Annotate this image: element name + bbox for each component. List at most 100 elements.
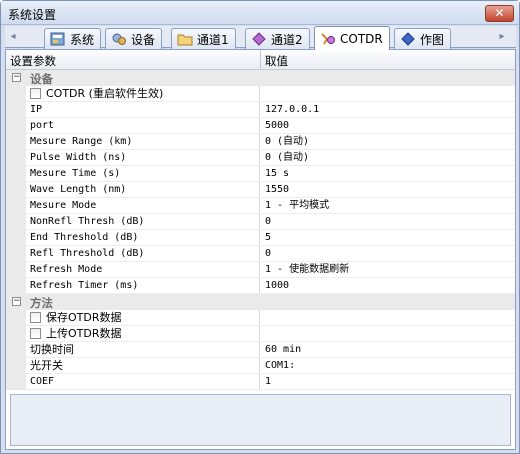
property-row-end-threshold[interactable]: End Threshold (dB) 5: [6, 230, 515, 246]
device-gear-icon: [111, 32, 127, 46]
property-row-nonrefl-thresh[interactable]: NonRefl Thresh (dB) 0: [6, 214, 515, 230]
property-value[interactable]: 15 s: [261, 166, 515, 182]
upload-otdr-checkbox[interactable]: [30, 328, 41, 339]
property-row-save-otdr[interactable]: 保存OTDR数据: [6, 310, 515, 326]
property-row-refresh-mode[interactable]: Refresh Mode 1 - 使能数据刷新: [6, 262, 515, 278]
header-name: 设置参数: [10, 54, 56, 68]
property-name: Refl Threshold (dB): [26, 246, 260, 262]
row-gutter: [6, 150, 26, 166]
tab-system[interactable]: 系统: [44, 28, 102, 49]
tab-label: 通道1: [197, 32, 229, 47]
tab-plot[interactable]: 作图: [394, 28, 452, 49]
property-row-pulse-width[interactable]: Pulse Width (ns) 0 (自动): [6, 150, 515, 166]
property-value[interactable]: 0: [261, 246, 515, 262]
property-value[interactable]: COM1:: [261, 358, 515, 374]
property-value[interactable]: 0 (自动): [261, 150, 515, 166]
property-name: COEF: [26, 374, 260, 390]
row-gutter: [6, 182, 26, 198]
category-method[interactable]: − 方法: [6, 294, 515, 310]
property-row-switch-time[interactable]: 切换时间 60 min: [6, 342, 515, 358]
tab-scroll-left-icon[interactable]: ◂: [7, 29, 19, 45]
system-settings-icon: [50, 32, 66, 46]
tab-label: 设备: [131, 32, 156, 47]
property-row-port[interactable]: port 5000: [6, 118, 515, 134]
property-name: 保存OTDR数据: [26, 310, 260, 326]
property-row-mesure-range[interactable]: Mesure Range (km) 0 (自动): [6, 134, 515, 150]
property-row-refl-threshold[interactable]: Refl Threshold (dB) 0: [6, 246, 515, 262]
property-name-text: 上传OTDR数据: [46, 327, 122, 340]
row-gutter: [6, 374, 26, 390]
purple-diamond-icon: [251, 32, 267, 46]
property-row-mesure-time[interactable]: Mesure Time (s) 15 s: [6, 166, 515, 182]
property-row-upload-otdr[interactable]: 上传OTDR数据: [6, 326, 515, 342]
cotdr-tool-icon: [320, 32, 336, 46]
property-value[interactable]: 1550: [261, 182, 515, 198]
tab-channel1[interactable]: 通道1: [171, 28, 236, 49]
row-gutter: [6, 230, 26, 246]
property-name: Refresh Mode: [26, 262, 260, 278]
property-value[interactable]: 1 - 平均模式: [261, 198, 515, 214]
property-value[interactable]: [261, 310, 515, 326]
collapse-toggle-icon[interactable]: −: [12, 297, 21, 306]
property-name: NonRefl Thresh (dB): [26, 214, 260, 230]
property-rows: − 设备 COTDR (重启软件生效) IP 127.0.0.1 port 50…: [6, 70, 515, 390]
collapse-toggle-icon[interactable]: −: [12, 73, 21, 82]
property-value[interactable]: 1000: [261, 278, 515, 294]
tab-channel2[interactable]: 通道2: [245, 28, 310, 49]
row-gutter: [6, 198, 26, 214]
property-value[interactable]: 5: [261, 230, 515, 246]
row-gutter: [6, 118, 26, 134]
property-name: COTDR (重启软件生效): [26, 86, 260, 102]
property-row-ip[interactable]: IP 127.0.0.1: [6, 102, 515, 118]
property-value[interactable]: 0 (自动): [261, 134, 515, 150]
blue-diamond-icon: [400, 32, 416, 46]
row-gutter: [6, 310, 26, 326]
category-device[interactable]: − 设备: [6, 70, 515, 86]
tab-label: COTDR: [340, 31, 383, 46]
row-gutter: [6, 102, 26, 118]
property-value[interactable]: 0: [261, 214, 515, 230]
property-name: IP: [26, 102, 260, 118]
property-name: 切换时间: [26, 342, 260, 358]
property-name: 上传OTDR数据: [26, 326, 260, 342]
property-row-mesure-mode[interactable]: Mesure Mode 1 - 平均模式: [6, 198, 515, 214]
property-row-optical-switch[interactable]: 光开关 COM1:: [6, 358, 515, 374]
tab-cotdr[interactable]: COTDR: [314, 26, 390, 50]
header-separator: [260, 50, 261, 70]
description-panel: [10, 394, 511, 446]
property-name: End Threshold (dB): [26, 230, 260, 246]
save-otdr-checkbox[interactable]: [30, 312, 41, 323]
property-value[interactable]: 60 min: [261, 342, 515, 358]
property-name-text: 保存OTDR数据: [46, 311, 122, 324]
close-button[interactable]: ✕: [485, 5, 514, 22]
row-gutter: [6, 358, 26, 374]
property-name: port: [26, 118, 260, 134]
row-gutter: [6, 262, 26, 278]
property-name: 光开关: [26, 358, 260, 374]
property-value[interactable]: [261, 86, 515, 102]
row-gutter: [6, 214, 26, 230]
property-row-wave-length[interactable]: Wave Length (nm) 1550: [6, 182, 515, 198]
property-name: Wave Length (nm): [26, 182, 260, 198]
cotdr-checkbox[interactable]: [30, 88, 41, 99]
property-value[interactable]: 1: [261, 374, 515, 390]
row-gutter: [6, 342, 26, 358]
property-value[interactable]: 1 - 使能数据刷新: [261, 262, 515, 278]
row-gutter: [6, 166, 26, 182]
window-title: 系统设置: [8, 8, 57, 22]
tab-strip: ◂ 系统 设备 通道1 通道2 COTDR 作图 ▸: [5, 26, 516, 50]
tab-device[interactable]: 设备: [105, 28, 163, 49]
property-row-refresh-timer[interactable]: Refresh Timer (ms) 1000: [6, 278, 515, 294]
property-row-cotdr[interactable]: COTDR (重启软件生效): [6, 86, 515, 102]
property-name-text: COTDR (重启软件生效): [46, 87, 164, 100]
tab-label: 通道2: [271, 32, 303, 47]
row-gutter: [6, 134, 26, 150]
tab-scroll-right-icon[interactable]: ▸: [496, 29, 508, 45]
property-value[interactable]: [261, 326, 515, 342]
property-name: Mesure Range (km): [26, 134, 260, 150]
property-row-coef[interactable]: COEF 1: [6, 374, 515, 390]
category-label: 设备: [30, 72, 53, 86]
property-name: Pulse Width (ns): [26, 150, 260, 166]
property-value[interactable]: 127.0.0.1: [261, 102, 515, 118]
property-value[interactable]: 5000: [261, 118, 515, 134]
